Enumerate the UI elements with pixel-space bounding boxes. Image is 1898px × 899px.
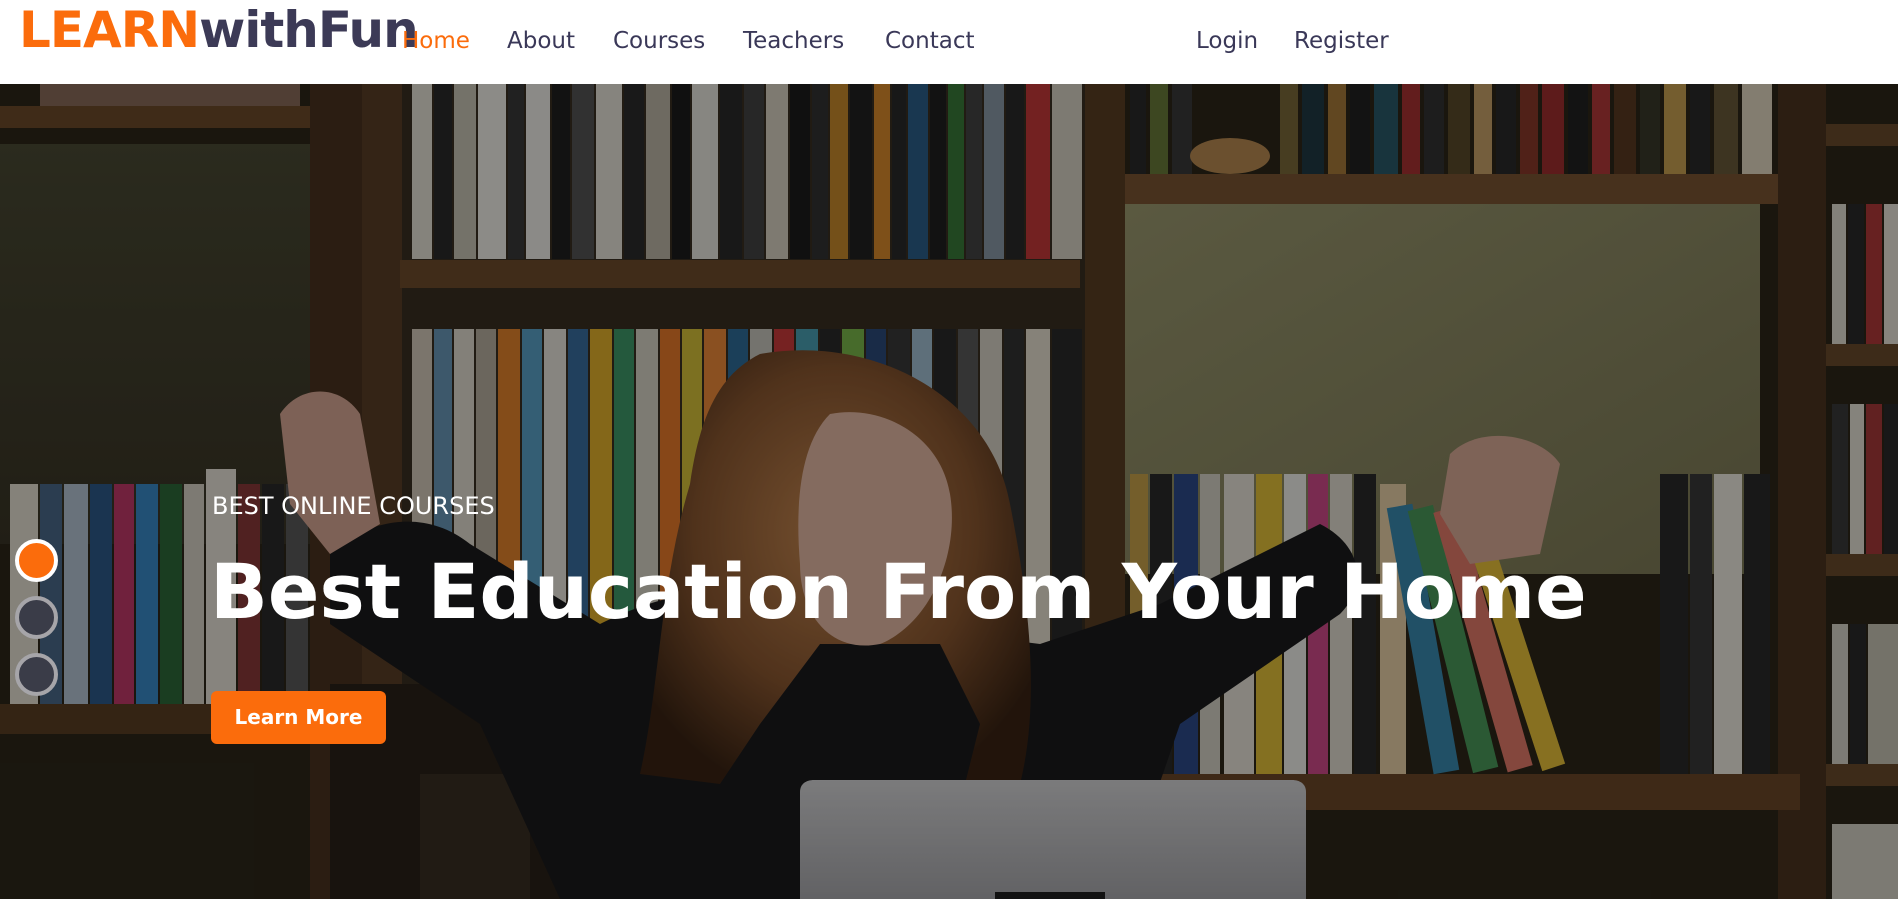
brand-logo-part-withfun: withFun bbox=[199, 1, 419, 59]
nav-about[interactable]: About bbox=[507, 24, 575, 58]
learn-more-button[interactable]: Learn More bbox=[211, 691, 386, 744]
hero-slider: BEST ONLINE COURSES Best Education From … bbox=[0, 84, 1898, 899]
register-link[interactable]: Register bbox=[1294, 24, 1389, 58]
brand-logo[interactable]: LEARNwithFun bbox=[19, 0, 419, 60]
site-header: LEARNwithFun Home About Courses Teachers… bbox=[0, 0, 1898, 84]
nav-contact[interactable]: Contact bbox=[885, 24, 974, 58]
slider-dot-2[interactable] bbox=[15, 596, 58, 639]
hero-title: Best Education From Your Home bbox=[210, 547, 1587, 636]
nav-courses[interactable]: Courses bbox=[613, 24, 705, 58]
login-link[interactable]: Login bbox=[1196, 24, 1258, 58]
slider-dot-1[interactable] bbox=[15, 539, 58, 582]
slider-dot-3[interactable] bbox=[15, 653, 58, 696]
brand-logo-part-learn: LEARN bbox=[19, 1, 200, 59]
nav-teachers[interactable]: Teachers bbox=[743, 24, 844, 58]
hero-subtitle: BEST ONLINE COURSES bbox=[212, 492, 495, 520]
nav-home[interactable]: Home bbox=[402, 24, 470, 58]
